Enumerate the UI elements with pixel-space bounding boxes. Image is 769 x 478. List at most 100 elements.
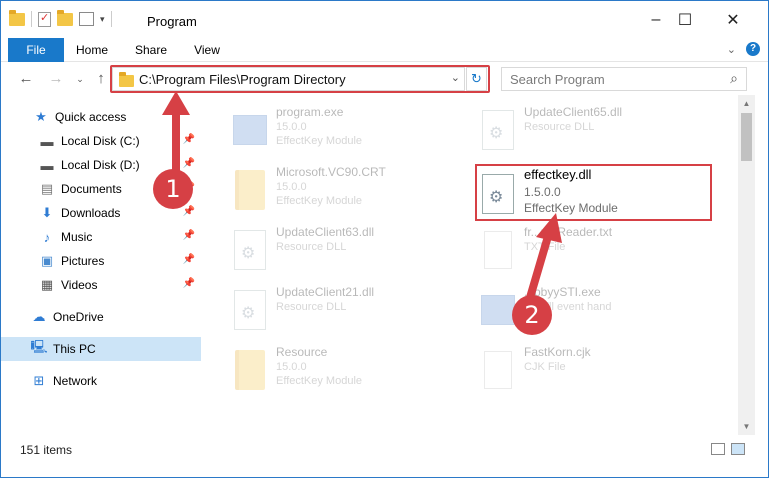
file-version: 15.0.0 — [276, 121, 307, 133]
search-input[interactable]: Search Program ⌕ — [501, 67, 747, 91]
ribbon-tabs: File Home Share View ⌄ ? — [1, 38, 768, 62]
dll-icon: ⚙ — [482, 174, 514, 214]
new-folder-icon[interactable] — [57, 9, 73, 26]
videos-icon: ▦ — [40, 277, 54, 292]
file-list: program.exe 15.0.0 EffectKey Module ⚙ Up… — [204, 95, 737, 435]
nav-item-label: Pictures — [61, 254, 105, 268]
close-button[interactable]: ✕ — [710, 1, 756, 38]
navigation-pane: ★ Quick access ▬ Local Disk (C:) 📌 ▬ Loc… — [1, 95, 203, 435]
file-item-effectkey-dll[interactable]: ⚙ effectkey.dll 1.5.0.0 EffectKey Module — [478, 167, 728, 227]
up-button[interactable]: ↑ — [92, 69, 110, 89]
file-name: Microsoft.VC90.CRT — [276, 165, 386, 179]
nav-item-quick-access[interactable]: ★ Quick access — [1, 105, 201, 129]
file-name: UpdateClient65.dll — [524, 105, 623, 119]
nav-item-label: Videos — [61, 278, 98, 292]
address-bar[interactable]: C:\Program Files\Program Directory ⌄ — [112, 67, 465, 91]
pin-icon[interactable]: 📌 — [183, 278, 195, 289]
file-item[interactable]: Resource 15.0.0 EffectKey Module — [230, 343, 480, 403]
pin-icon[interactable]: 📌 — [183, 158, 195, 169]
recent-locations-button[interactable]: ⌄ — [71, 69, 89, 89]
file-type: CJK File — [524, 361, 566, 373]
nav-item-onedrive[interactable]: ☁ OneDrive — [1, 305, 201, 329]
dll-icon: ⚙ — [234, 290, 266, 330]
pin-icon[interactable]: 📌 — [183, 134, 195, 145]
file-type: Resource DLL — [276, 241, 347, 253]
scroll-thumb[interactable] — [741, 113, 752, 161]
step-2-badge: 2 — [512, 295, 552, 335]
nav-item-network[interactable]: ⊞ Network — [1, 369, 201, 393]
file-version: 1.5.0.0 — [524, 185, 561, 199]
nav-item-videos[interactable]: ▦ Videos 📌 — [1, 273, 201, 297]
file-description: EffectKey Module — [276, 135, 363, 147]
status-bar: 151 items — [1, 437, 768, 461]
quick-access-toolbar: ▾ — [9, 9, 112, 27]
scroll-up-icon[interactable]: ▲ — [738, 95, 755, 112]
customize-icon[interactable] — [79, 12, 94, 26]
nav-item-label: Documents — [61, 182, 122, 196]
tab-share[interactable]: Share — [127, 38, 175, 62]
text-file-icon — [484, 231, 512, 269]
expand-ribbon-icon[interactable]: ⌄ — [727, 43, 736, 56]
address-path[interactable]: C:\Program Files\Program Directory — [139, 72, 346, 87]
nav-item-label: Local Disk (C:) — [61, 134, 140, 148]
file-item[interactable]: Microsoft.VC90.CRT 15.0.0 EffectKey Modu… — [230, 163, 480, 223]
nav-item-pictures[interactable]: ▣ Pictures 📌 — [1, 249, 201, 273]
refresh-button[interactable]: ↻ — [466, 67, 487, 91]
nav-item-this-pc[interactable]: 🖳 This PC — [1, 337, 201, 361]
documents-icon: ▤ — [40, 181, 54, 196]
forward-button[interactable]: → — [47, 69, 65, 89]
folder-icon — [9, 9, 25, 26]
properties-check-icon[interactable] — [38, 11, 51, 27]
file-item[interactable]: ⚙ UpdateClient63.dll Resource DLL — [230, 223, 480, 283]
tab-file[interactable]: File — [8, 38, 64, 62]
help-icon[interactable]: ? — [746, 42, 760, 56]
chevron-down-icon[interactable]: ▾ — [100, 14, 105, 25]
tab-home[interactable]: Home — [69, 38, 115, 62]
tab-view[interactable]: View — [185, 38, 229, 62]
file-item[interactable]: program.exe 15.0.0 EffectKey Module — [230, 103, 480, 163]
vertical-scrollbar[interactable]: ▲ ▼ — [738, 95, 755, 435]
file-description: EffectKey Module — [276, 195, 363, 207]
navigation-row: ← → ⌄ ↑ C:\Program Files\Program Directo… — [1, 63, 768, 95]
pin-icon[interactable]: 📌 — [183, 206, 195, 217]
dll-icon: ⚙ — [234, 230, 266, 270]
search-placeholder: Search Program — [510, 72, 605, 87]
file-name: UpdateClient21.dll — [276, 285, 375, 299]
file-item[interactable]: ⚙ UpdateClient21.dll Resource DLL — [230, 283, 480, 343]
details-view-icon[interactable] — [711, 443, 725, 455]
scroll-down-icon[interactable]: ▼ — [738, 418, 755, 435]
pin-icon[interactable]: 📌 — [183, 230, 195, 241]
file-icon — [484, 351, 512, 389]
nav-item-local-disk-c[interactable]: ▬ Local Disk (C:) 📌 — [1, 129, 201, 153]
file-item[interactable]: ⚙ UpdateClient65.dll Resource DLL — [478, 103, 728, 163]
file-item[interactable]: fr...meReader.txt TXT File — [478, 223, 728, 283]
nav-item-label: Music — [61, 230, 93, 244]
file-version: 15.0.0 — [276, 361, 307, 373]
file-name: UpdateClient63.dll — [276, 225, 375, 239]
maximize-button[interactable]: ☐ — [662, 1, 708, 38]
step-1-badge: 1 — [153, 169, 193, 209]
large-icons-view-icon[interactable] — [731, 443, 745, 455]
folder-icon — [119, 72, 134, 87]
folder-icon — [235, 170, 265, 210]
computer-icon: 🖳 — [30, 339, 48, 354]
toolbar-divider — [31, 11, 32, 27]
file-name: effectkey.dll — [524, 167, 592, 182]
chevron-down-icon[interactable]: ⌄ — [451, 71, 460, 84]
drive-icon: ▬ — [40, 157, 54, 173]
file-type: TXT File — [524, 241, 566, 253]
folder-icon — [235, 350, 265, 390]
pin-icon[interactable]: 📌 — [183, 254, 195, 265]
explorer-window: ▾ Program – ☐ ✕ File Home Share View ⌄ ?… — [0, 0, 769, 478]
file-type: Resource DLL — [276, 301, 347, 313]
pictures-icon: ▣ — [40, 253, 54, 268]
back-button[interactable]: ← — [17, 69, 35, 89]
nav-item-label: Downloads — [61, 206, 121, 220]
nav-item-label: Local Disk (D:) — [61, 158, 140, 172]
exe-icon — [233, 115, 267, 145]
nav-item-label: Quick access — [55, 110, 127, 124]
toolbar-divider — [110, 11, 112, 27]
nav-item-music[interactable]: ♪ Music 📌 — [1, 225, 201, 249]
file-item[interactable]: FastKorn.cjk CJK File — [478, 343, 728, 403]
search-icon[interactable]: ⌕ — [730, 70, 738, 87]
